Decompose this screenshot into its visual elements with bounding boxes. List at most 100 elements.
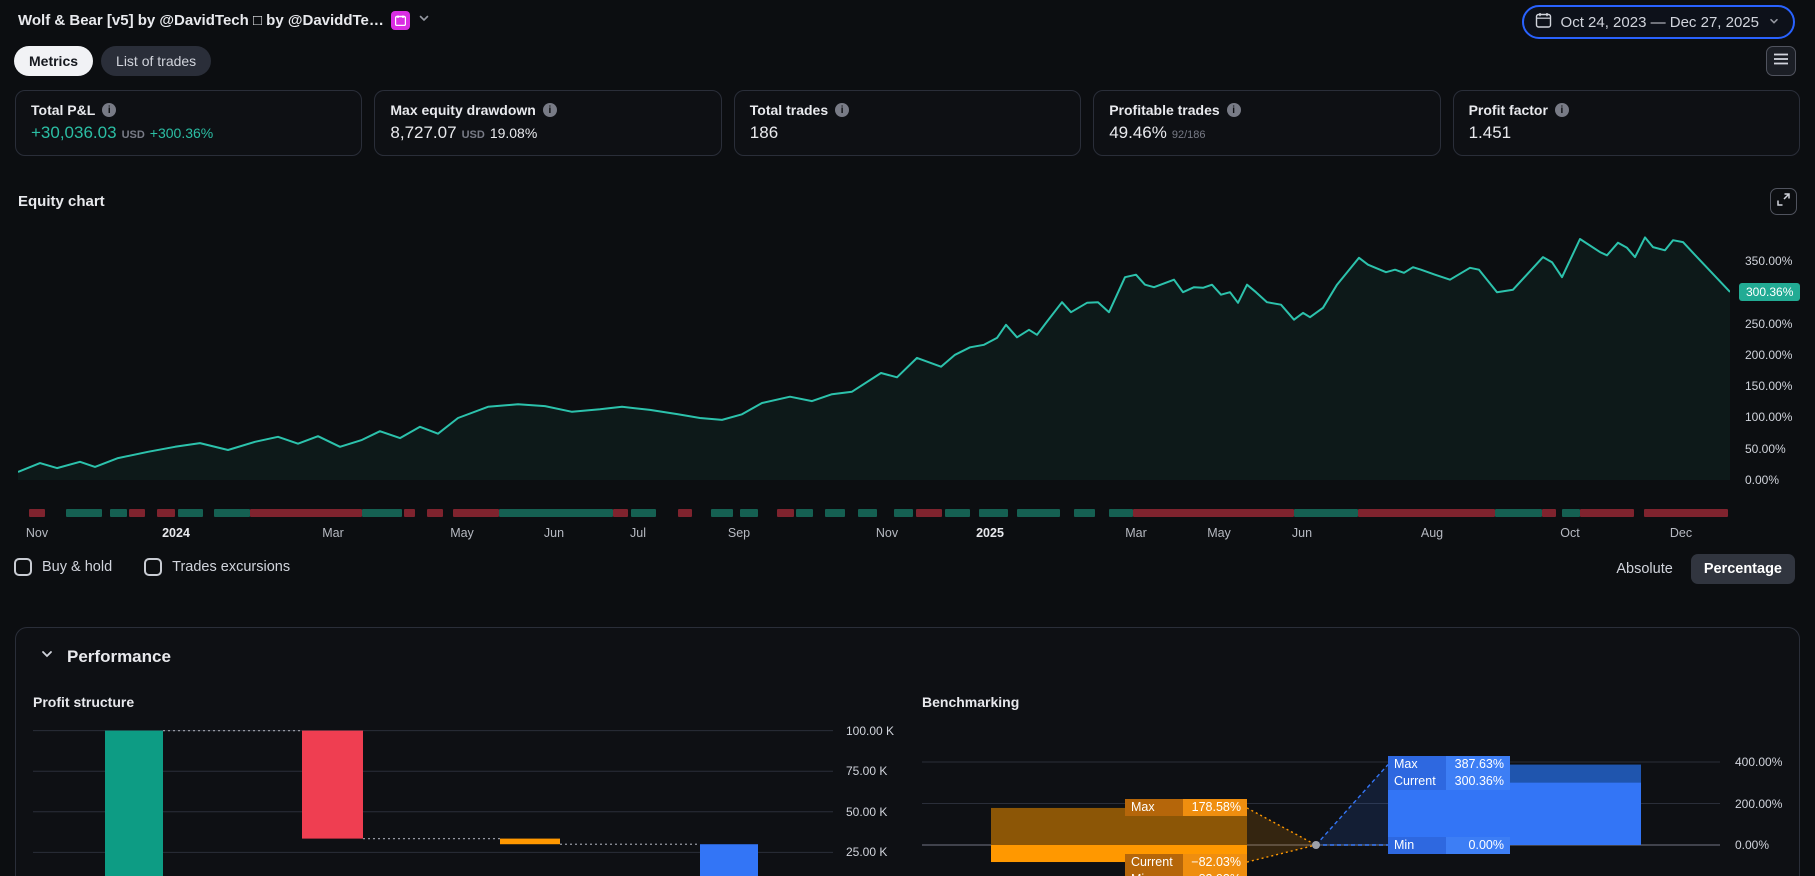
y-axis-label: 100.00% [1745,410,1793,425]
y-axis-label: 100.00 K [846,723,895,738]
strategy-badge-max: Max 387.63% [1388,756,1510,773]
badge-value: −82.03% [1183,854,1247,871]
x-axis-label: Nov [875,526,899,540]
buy-hold-label: Buy & hold [42,559,113,575]
badge-value: 0.00% [1446,837,1510,854]
metric-cards-row: Total P&L i +30,036.03 USD +300.36% Max equit… [15,90,1800,156]
performance-collapse-toggle[interactable]: Performance [39,646,171,667]
y-axis-label: 200.00% [1745,347,1793,362]
trade-strip-segment-loss [404,509,415,517]
trade-strip-segment-loss [157,509,175,517]
info-icon[interactable]: i [542,103,557,117]
metric-label-text: Total P&L [31,102,96,118]
overlay-toggles: Buy & hold Trades excursions [14,558,290,576]
waterfall-bar-3 [500,838,560,845]
metric-value: 49.46% [1109,123,1167,142]
x-axis-label: Jun [1291,526,1313,540]
chevron-down-icon[interactable] [417,11,431,30]
y-axis-label: 350.00% [1745,253,1793,268]
strategy-title: Wolf & Bear [v5] by @DavidTech □ by @Dav… [18,12,384,29]
info-icon[interactable]: i [1226,103,1241,117]
trades-excursions-checkbox[interactable]: Trades excursions [144,558,290,576]
x-axis-label: 2025 [976,526,1004,540]
x-axis-label: Nov [25,526,49,540]
metric-card-label: Profit factor i [1469,102,1784,118]
trade-strip-segment-win [631,509,656,517]
trade-strip-segment-win [1495,509,1542,517]
trade-strip-segment-win [894,509,913,517]
badge-label: Current [1125,854,1183,871]
strategy-calendar-icon [390,11,410,30]
x-axis-label: May [450,526,474,540]
list-lines-icon [1773,52,1789,71]
trade-strip-segment-win [1562,509,1580,517]
info-icon[interactable]: i [1554,103,1569,117]
metric-value: 8,727.07 [390,123,457,142]
trade-strip-segment-win [945,509,970,517]
strategy-current-area [1388,782,1641,845]
metric-card-1: Total P&L i +30,036.03 USD +300.36% [15,90,363,156]
trade-strip-segment-win [1294,509,1358,517]
benchmarking-plot [922,761,1720,863]
metric-card-label: Total P&L i [31,102,346,118]
benchmarking-chart: Max178.58%Current−82.03%Min−82.93%Max387… [922,745,1720,876]
info-icon[interactable]: i [102,103,117,117]
report-layout-button[interactable] [1766,46,1796,76]
metric-extra: 92/186 [1171,129,1206,141]
y-axis-label: 250.00% [1745,316,1793,331]
date-range-button[interactable]: Oct 24, 2023 — Dec 27, 2025 [1521,5,1795,39]
tab-metrics[interactable]: Metrics [14,46,94,76]
metric-value: 1.451 [1468,123,1512,142]
buy-and-hold-badge-min: Min−82.93% [1125,871,1247,876]
metric-card-value-row: 49.46% 92/186 [1109,123,1424,143]
absolute-mode-button[interactable]: Absolute [1616,561,1672,577]
chevron-down-icon [1768,14,1780,31]
value-mode-switch: Absolute Percentage [1616,554,1795,584]
buy-hold-checkbox[interactable]: Buy & hold [14,558,112,576]
y-axis-label: 75.00 K [846,764,888,779]
trade-strip-segment-win [214,509,250,517]
benchmarking-title: Benchmarking [922,694,1020,710]
expand-chart-button[interactable] [1770,188,1797,215]
metric-card-4: Profitable trades i 49.46% 92/186 [1093,90,1441,156]
trade-strip-segment-win [178,509,203,517]
trade-strip-segment-win [1074,509,1095,517]
metric-extra: +300.36% [149,125,214,141]
metric-card-value-row: 186 [750,123,1065,143]
metric-card-5: Profit factor i 1.451 [1452,90,1800,156]
metric-value: +30,036.03 [31,123,117,142]
tab-list-of-trades[interactable]: List of trades [101,46,212,76]
strategy-tester-panel: Wolf & Bear [v5] by @DavidTech □ by @Dav… [0,0,1815,876]
trade-strip-segment-loss [777,509,794,517]
metric-card-label: Total trades i [750,102,1065,118]
trade-strip-segment-win [1109,509,1133,517]
trade-strip-segment-loss [250,509,362,517]
x-axis-label: Oct [1560,526,1580,540]
metric-card-label: Profitable trades i [1109,102,1424,118]
strategy-badge-min: Min 0.00% [1388,837,1510,854]
trade-strip-segment-loss [427,509,443,517]
badge-label: Max [1125,799,1183,816]
view-tabs: Metrics List of trades [14,46,212,76]
trade-strip-segment-loss [1580,509,1634,517]
metric-label-text: Profit factor [1468,102,1548,118]
x-axis-label: Mar [322,526,344,540]
trade-strip-segment-win [711,509,733,517]
trade-strip-segment-win [110,509,127,517]
metric-card-value-row: 8,727.07 USD 19.08% [390,123,705,143]
badge-label: Current [1388,773,1446,790]
buy-and-hold-badge-max: Max 178.58% [1125,799,1247,816]
x-axis-label: 2024 [162,526,190,540]
metric-unit: USD [461,129,485,141]
trade-strip-segment-loss [1542,509,1556,517]
badge-label: Min [1388,837,1446,854]
date-range-label: Oct 24, 2023 — Dec 27, 2025 [1560,13,1759,31]
info-icon[interactable]: i [835,103,850,117]
checkbox-icon [144,558,163,576]
x-axis-label: Dec [1669,526,1693,540]
badge-label: Max [1388,756,1446,773]
percentage-mode-button[interactable]: Percentage [1690,554,1795,584]
trade-strip-segment-win [858,509,877,517]
y-axis-label: 200.00% [1735,796,1783,811]
badge-value: 178.58% [1183,799,1247,816]
